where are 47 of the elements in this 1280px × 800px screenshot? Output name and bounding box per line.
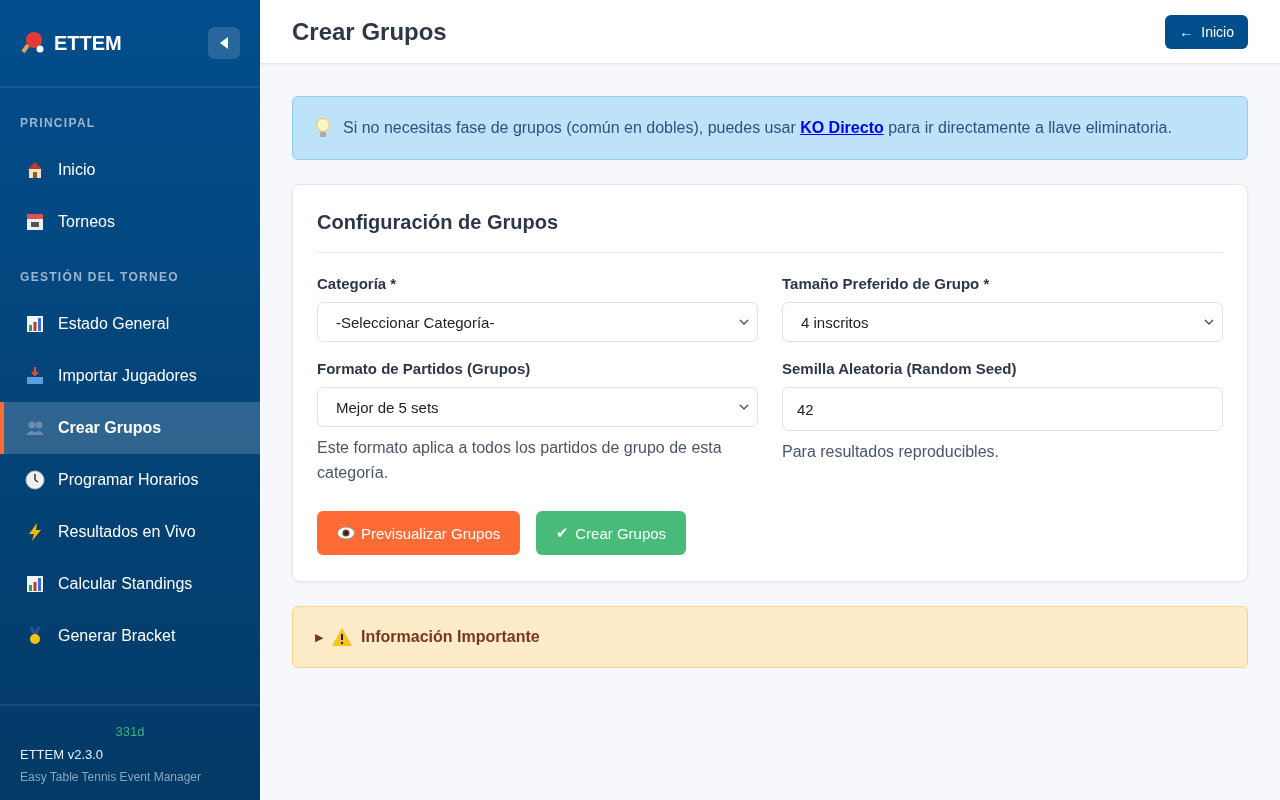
bar-chart-icon xyxy=(24,573,46,595)
select-field[interactable]: 4 inscritos xyxy=(782,302,1223,342)
nav-item[interactable]: Crear Grupos xyxy=(0,402,260,454)
ko-directo-link[interactable]: KO Directo xyxy=(800,119,884,136)
brand-name: ETTEM xyxy=(54,31,122,55)
nav-item[interactable]: Inicio xyxy=(0,144,260,196)
nav-item[interactable]: Importar Jugadores xyxy=(0,350,260,402)
collapse-sidebar-button[interactable] xyxy=(208,27,240,59)
disclosure-marker: ▶ xyxy=(315,630,323,644)
help-text: Este formato aplica a todos los partidos de grupo de esta categoría. xyxy=(317,438,723,483)
tagline: Easy Table Tennis Event Manager xyxy=(20,770,202,784)
ping-pong-paddle-icon xyxy=(20,30,46,56)
warning-icon xyxy=(331,627,353,647)
field-label: Semilla Aleatoria (Random Seed) xyxy=(782,360,1018,377)
help-text: Para resultados reproducibles. xyxy=(782,442,1000,462)
field-label: Categoría * xyxy=(317,275,398,292)
clock-icon xyxy=(24,469,46,491)
status-text: 331d xyxy=(115,724,145,739)
seed-input[interactable]: 42 xyxy=(782,387,1223,431)
field-label: Formato de Partidos (Grupos) xyxy=(317,360,532,377)
bar-chart-icon xyxy=(24,313,46,335)
nav-section-title: PRINCIPAL xyxy=(19,115,97,132)
page-title: Crear Grupos xyxy=(292,17,447,46)
card-title: Configuración de Grupos xyxy=(317,211,1223,253)
chevron-down-icon xyxy=(739,402,749,412)
nav-item[interactable]: Estado General xyxy=(0,298,260,350)
calendar-icon xyxy=(24,211,46,233)
home-button[interactable]: ← Inicio xyxy=(1165,14,1248,49)
nav-section-title: GESTIÓN DEL TORNEO xyxy=(19,268,180,286)
eye-icon xyxy=(337,526,355,540)
select-field[interactable]: -Seleccionar Categoría- xyxy=(317,302,758,342)
version-text: ETTEM v2.3.0 xyxy=(20,747,105,762)
important-info-panel[interactable]: ▶ Información Importante xyxy=(292,606,1248,668)
nav-item[interactable]: Generar Bracket xyxy=(0,610,260,662)
nav-item[interactable]: Resultados en Vivo xyxy=(0,506,260,558)
field-label: Tamaño Preferido de Grupo * xyxy=(782,275,991,292)
nav-item[interactable]: Torneos xyxy=(0,196,260,248)
light-bulb-icon xyxy=(315,117,331,139)
chevron-down-icon xyxy=(1204,317,1214,327)
chevron-down-icon xyxy=(739,317,749,327)
select-field[interactable]: Mejor de 5 sets xyxy=(317,387,758,427)
inbox-tray-icon xyxy=(24,365,46,387)
panel-title: Información Importante xyxy=(361,628,540,646)
info-text: Si no necesitas fase de grupos (común en dobles), puedes usar KO Directo para ir directamente a llave eliminatoria. xyxy=(343,119,1172,137)
nav-item[interactable]: Programar Horarios xyxy=(0,454,260,506)
triangle-left-icon xyxy=(219,37,229,49)
nav-item[interactable]: Calcular Standings xyxy=(0,558,260,610)
